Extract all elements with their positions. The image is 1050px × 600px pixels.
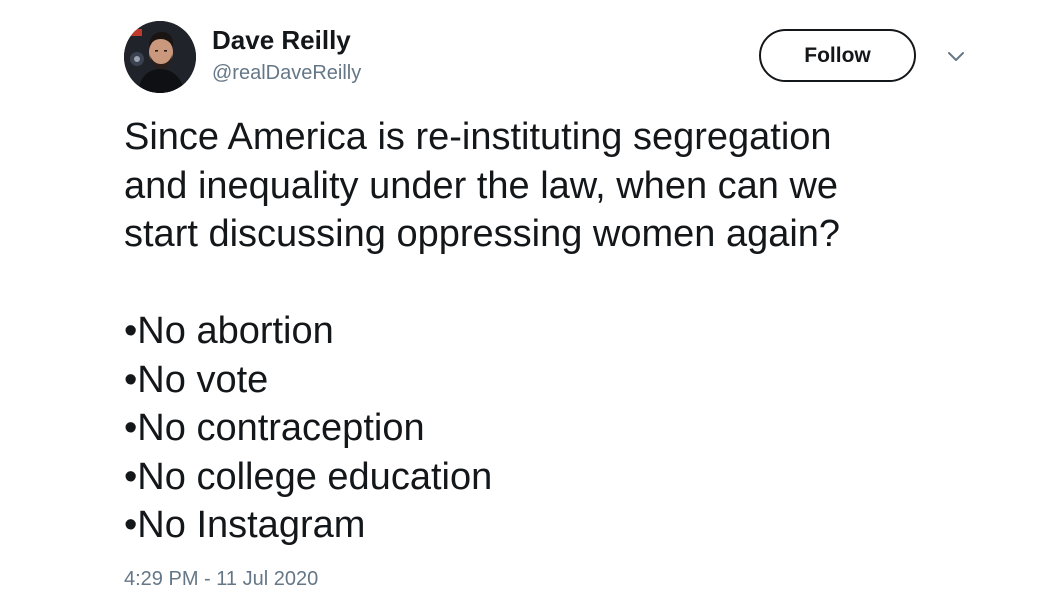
tweet-text-line: and inequality under the law, when can w… — [124, 164, 839, 207]
follow-button[interactable]: Follow — [759, 29, 916, 82]
tweet-text: Since America is re-instituting segregat… — [124, 113, 1004, 259]
author-handle[interactable]: @realDaveReilly — [212, 60, 361, 86]
avatar-photo — [124, 21, 196, 93]
chevron-down-icon[interactable] — [942, 46, 970, 68]
list-item: •No abortion — [124, 310, 334, 352]
list-item: •No vote — [124, 358, 269, 401]
list-item: •No Instagram — [124, 504, 366, 546]
tweet-text-line: start discussing oppressing women again? — [124, 213, 841, 255]
tweet-timestamp[interactable]: 4:29 PM - 11 Jul 2020 — [124, 566, 318, 592]
list-item: •No contraception — [124, 407, 425, 449]
tweet-card: Dave Reilly @realDaveReilly Follow Since… — [0, 0, 1050, 600]
author-display-name[interactable]: Dave Reilly — [212, 24, 361, 56]
avatar[interactable] — [124, 21, 196, 93]
tweet-bullet-list: •No abortion •No vote •No contraception … — [124, 307, 492, 550]
author-info: Dave Reilly @realDaveReilly — [212, 24, 361, 86]
tweet-text-line: Since America is re-instituting segregat… — [124, 116, 832, 158]
list-item: •No college education — [124, 455, 493, 498]
